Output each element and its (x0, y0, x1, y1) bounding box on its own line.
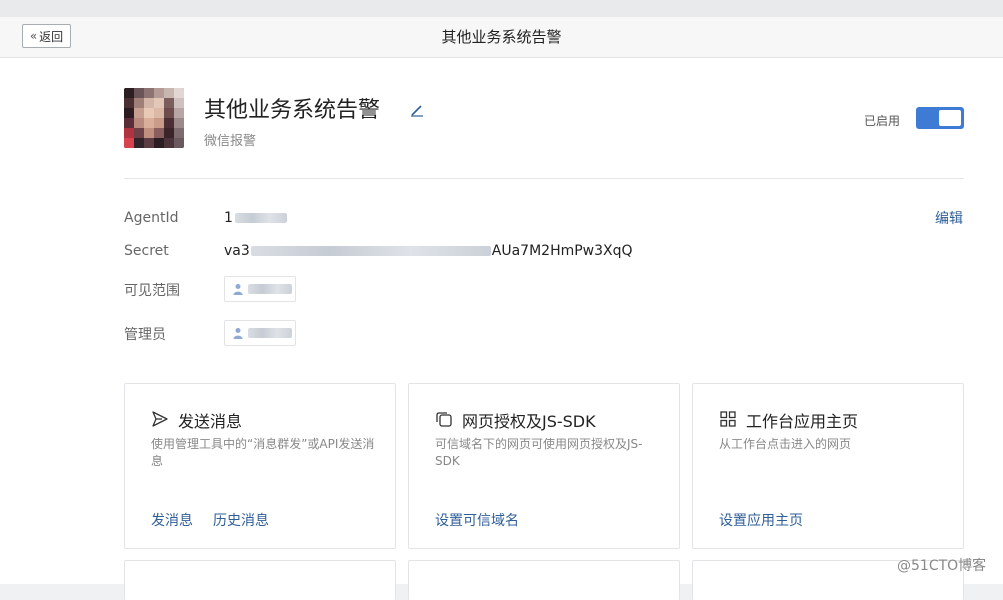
admins-label: 管理员 (124, 327, 166, 343)
card-send-message: 发送消息 使用管理工具中的“消息群发”或API发送消息 发消息 历史消息 (124, 383, 396, 549)
status-label: 已启用 (864, 114, 901, 128)
person-icon (233, 328, 243, 339)
page-header: « 返回 其他业务系统告警 (0, 17, 1003, 58)
page-title: 其他业务系统告警 (441, 28, 562, 46)
copy-icon (436, 412, 452, 427)
visibility-member-tag[interactable] (224, 276, 296, 302)
redacted-blur (248, 284, 292, 294)
card-partial (124, 560, 396, 600)
grid-icon (720, 411, 736, 427)
app-avatar (124, 88, 184, 148)
message-history-link[interactable]: 历史消息 (213, 510, 269, 530)
agentid-value: 1 (224, 210, 287, 226)
card-partial (408, 560, 680, 600)
toggle-knob (939, 110, 961, 126)
secret-prefix: va3 (224, 243, 250, 259)
agentid-visible-text: 1 (224, 210, 233, 226)
edit-name-pencil-icon[interactable] (409, 102, 425, 118)
redacted-blur (234, 213, 287, 223)
edit-link[interactable]: 编辑 (935, 208, 963, 228)
redacted-blur (248, 328, 292, 338)
agentid-label: AgentId (124, 210, 179, 226)
secret-label: Secret (124, 243, 169, 259)
set-app-homepage-link[interactable]: 设置应用主页 (719, 510, 803, 530)
send-icon (152, 411, 168, 427)
app-description: 微信报警 (204, 134, 257, 149)
card-description: 使用管理工具中的“消息群发”或API发送消息 (151, 437, 375, 468)
divider (124, 178, 964, 179)
watermark: @51CTO博客 (897, 558, 987, 574)
top-strip (0, 0, 1003, 17)
set-trusted-domain-link[interactable]: 设置可信域名 (435, 510, 519, 530)
card-title: 发送消息 (178, 412, 243, 431)
app-name: 其他业务系统告警 (204, 98, 381, 123)
card-description: 可信域名下的网页可使用网页授权及JS-SDK (435, 437, 643, 468)
person-icon (233, 284, 243, 295)
send-message-link[interactable]: 发消息 (151, 510, 193, 530)
card-description: 从工作台点击进入的网页 (719, 437, 852, 451)
admin-member-tag[interactable] (224, 320, 296, 346)
double-chevron-left-icon: « (29, 29, 38, 43)
back-button[interactable]: « 返回 (22, 24, 71, 48)
card-web-auth-jssdk: 网页授权及JS-SDK 可信域名下的网页可使用网页授权及JS-SDK 设置可信域… (408, 383, 680, 549)
secret-value: va3 AUa7M2HmPw3XqQ (224, 243, 633, 259)
enable-toggle[interactable] (916, 107, 964, 129)
card-title: 工作台应用主页 (746, 412, 859, 431)
card-title: 网页授权及JS-SDK (462, 412, 596, 431)
secret-suffix: AUa7M2HmPw3XqQ (491, 243, 633, 259)
visibility-label: 可见范围 (124, 283, 180, 299)
app-detail-panel: 其他业务系统告警 微信报警 已启用 AgentId 1 编辑 Secret va… (0, 58, 1003, 600)
back-button-label: 返回 (39, 29, 64, 44)
card-workbench-homepage: 工作台应用主页 从工作台点击进入的网页 设置应用主页 (692, 383, 964, 549)
redacted-blur (250, 246, 491, 256)
